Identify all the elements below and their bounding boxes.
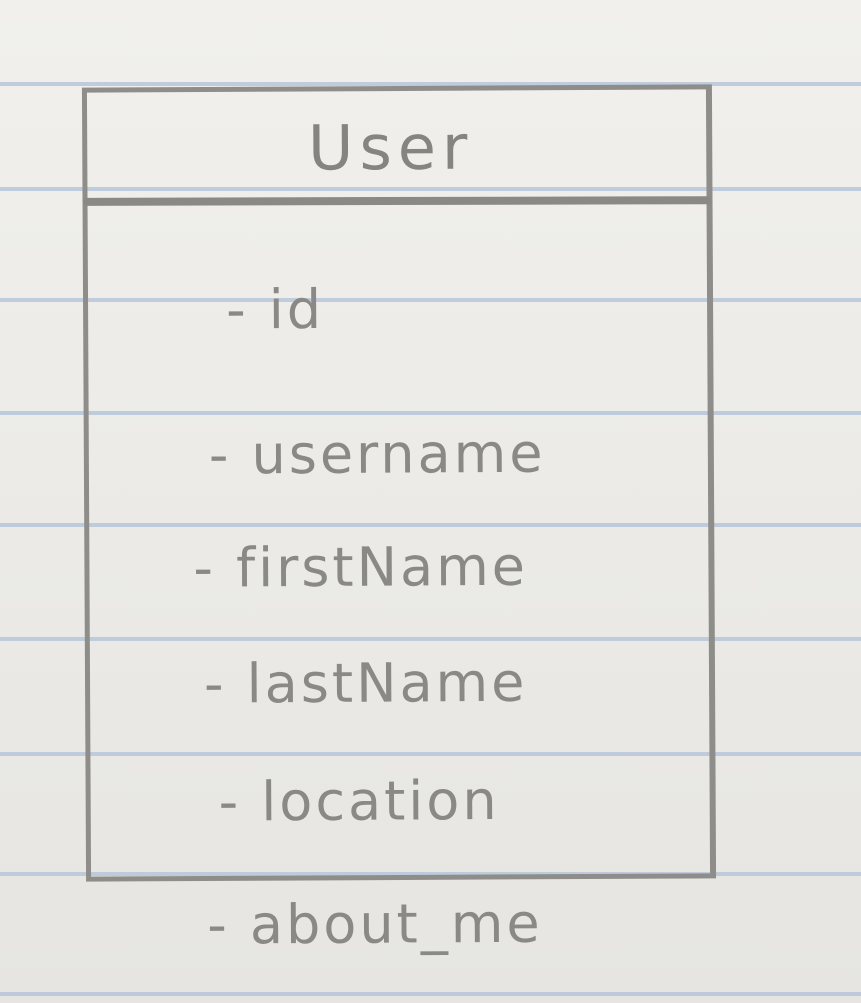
uml-class-box: User - id - username - firstName - lastN… xyxy=(81,84,717,957)
class-header: User xyxy=(87,89,707,204)
header-divider xyxy=(83,196,711,206)
attribute-item: - firstName xyxy=(193,534,529,600)
attribute-item: - location xyxy=(218,768,500,834)
attribute-item: - about_me xyxy=(207,891,543,957)
class-name: User xyxy=(307,110,474,184)
attribute-item: - id xyxy=(225,277,325,342)
notebook-paper: User - id - username - firstName - lastN… xyxy=(0,0,861,1003)
ruled-line xyxy=(0,992,861,996)
attribute-item: - lastName xyxy=(203,650,528,716)
attribute-item: - username xyxy=(208,421,546,487)
